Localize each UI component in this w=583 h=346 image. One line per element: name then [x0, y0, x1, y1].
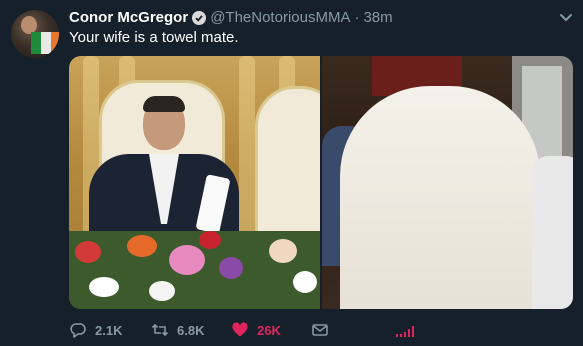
author-handle[interactable]: @TheNotoriousMMA: [210, 9, 350, 27]
retweet-button[interactable]: 6.8K: [151, 321, 204, 339]
flower-arrangement: [69, 231, 320, 309]
avatar-flag-white: [41, 32, 51, 54]
retweet-count: 6.8K: [177, 322, 205, 338]
separator-dot: ·: [354, 9, 360, 26]
tweet-timestamp[interactable]: 38m: [363, 9, 392, 27]
avatar-flag: [31, 32, 41, 54]
curtain-fold: [239, 56, 255, 256]
media-photo-veiled-bride[interactable]: [322, 56, 573, 309]
tweet-header: Conor McGregor @TheNotoriousMMA · 38m: [69, 9, 393, 27]
retweet-icon: [151, 321, 169, 339]
analytics-button[interactable]: [395, 321, 415, 339]
flower: [169, 245, 205, 275]
groom-hair: [143, 96, 185, 112]
tweet-actions: 2.1K 6.8K 26K: [69, 321, 429, 341]
media-photo-wedding-groom[interactable]: [69, 56, 320, 309]
like-button[interactable]: 26K: [231, 321, 281, 339]
envelope-icon: [311, 321, 329, 339]
chevron-down-icon[interactable]: [557, 9, 575, 27]
person-in-white: [532, 156, 573, 309]
tweet-media[interactable]: [69, 56, 573, 309]
verified-icon: [192, 11, 207, 25]
bride-veil: [340, 86, 540, 309]
flower: [269, 239, 297, 263]
flower: [219, 257, 243, 279]
flower: [293, 271, 317, 293]
flower: [89, 277, 119, 297]
reply-icon: [69, 321, 87, 339]
heart-icon: [231, 321, 249, 339]
flower: [199, 231, 221, 249]
tweet-text: Your wife is a towel mate.: [69, 29, 239, 46]
flower: [75, 241, 101, 263]
avatar-flag-orange: [51, 32, 59, 54]
direct-message-button[interactable]: [311, 321, 329, 339]
chair: [255, 86, 320, 252]
avatar[interactable]: [11, 10, 59, 58]
flower: [127, 235, 157, 257]
reply-button[interactable]: 2.1K: [69, 321, 122, 339]
flower: [149, 281, 175, 301]
author-name[interactable]: Conor McGregor: [69, 9, 188, 27]
reply-count: 2.1K: [95, 322, 123, 338]
like-count: 26K: [257, 322, 281, 338]
analytics-icon: [395, 321, 415, 339]
